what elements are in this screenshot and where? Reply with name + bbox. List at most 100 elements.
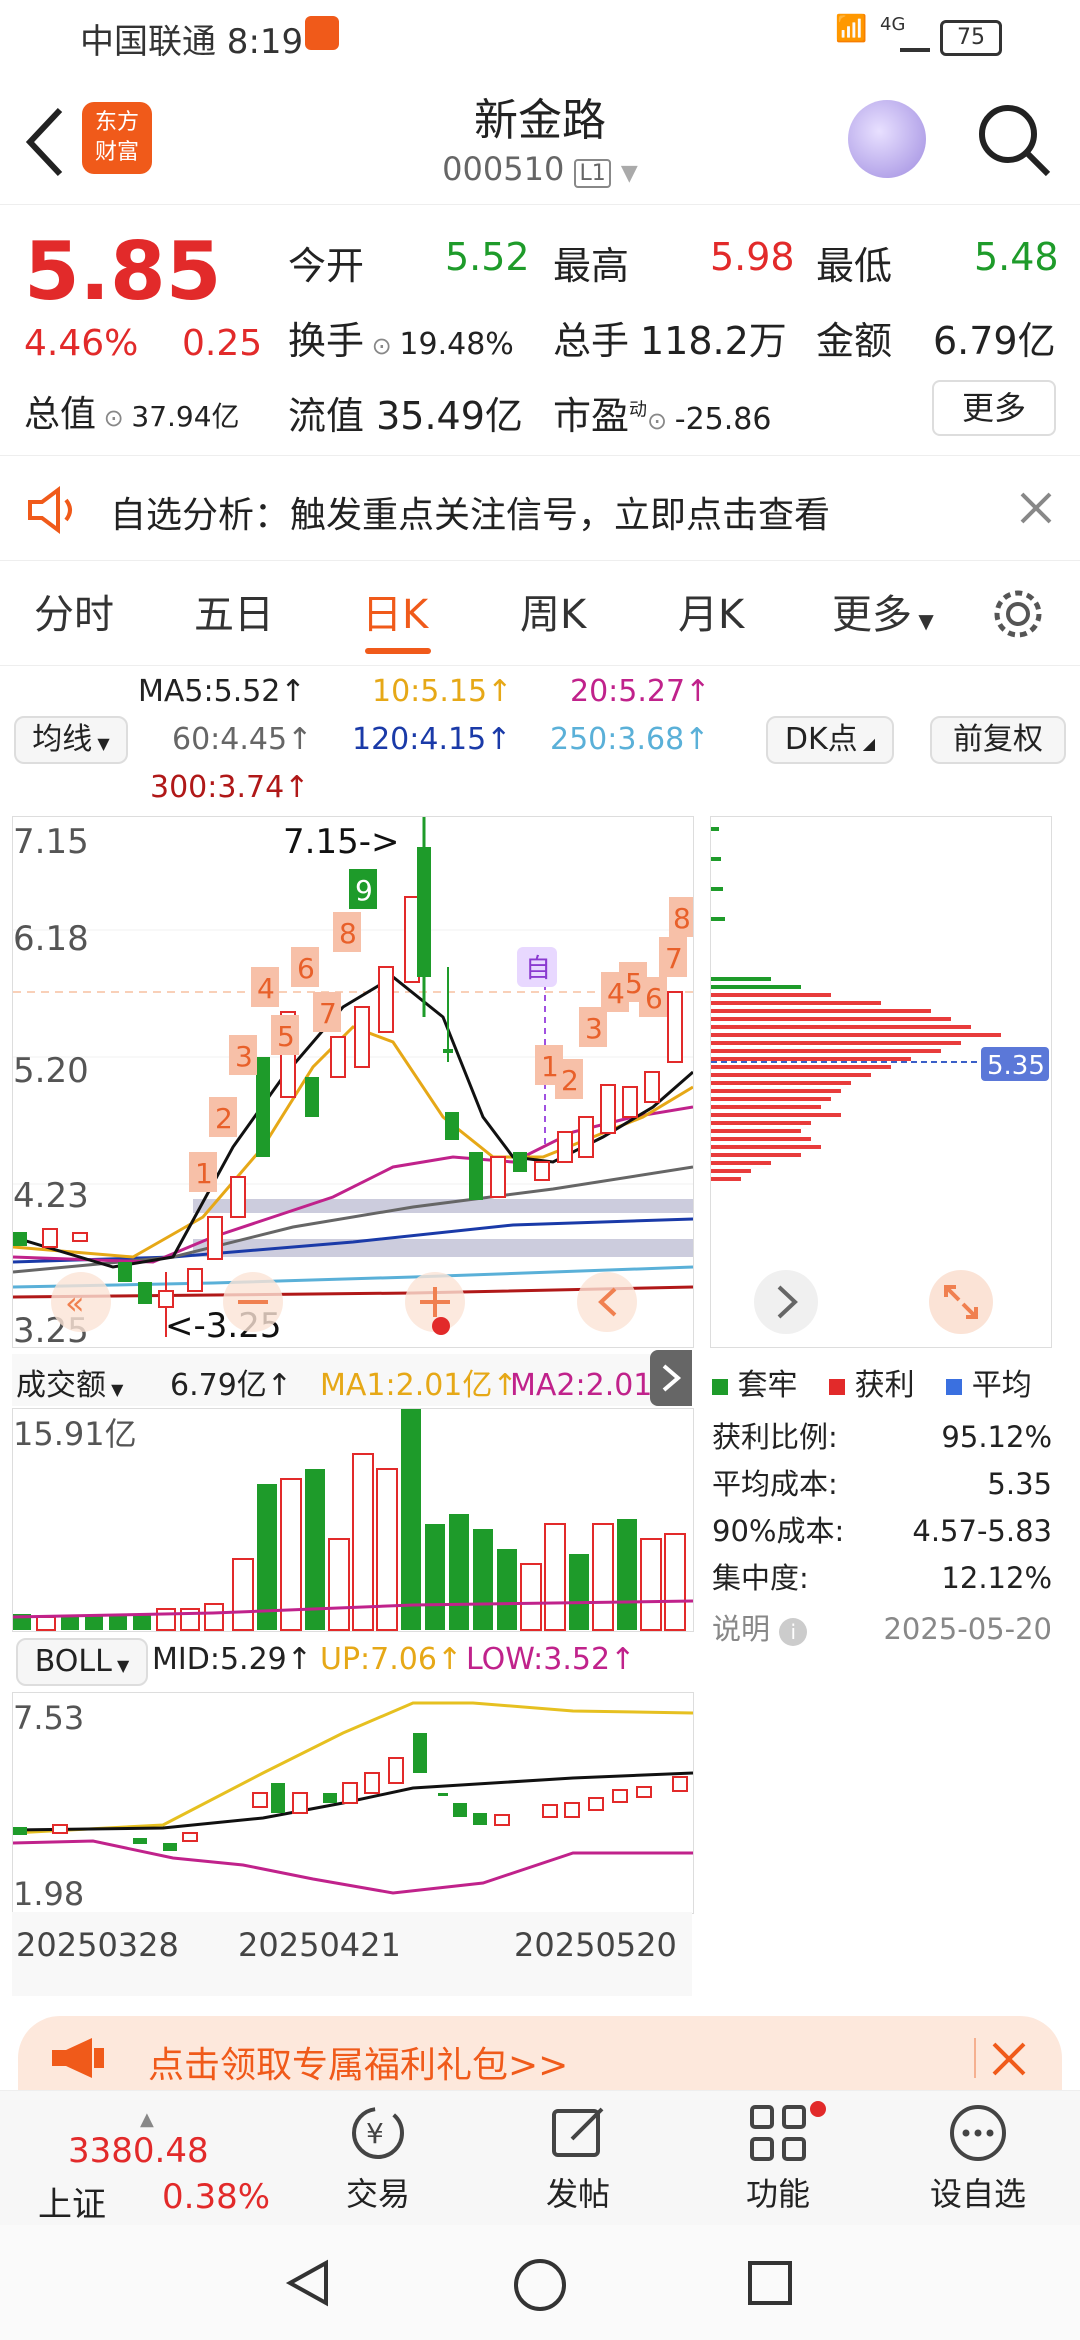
tab-weekly-k[interactable]: 周K xyxy=(520,582,586,640)
boll-bottom-label: 1.98 xyxy=(13,1875,84,1913)
battery-icon: 75 xyxy=(940,20,1002,56)
count-r4: 4 xyxy=(607,977,625,1010)
y-label-4: 4.23 xyxy=(13,1176,89,1216)
marker-zi: 自 xyxy=(525,954,551,984)
date-start: 20250328 xyxy=(16,1926,179,1964)
ma-selector[interactable]: 均线 ▼ xyxy=(14,716,128,764)
more-dots-icon xyxy=(950,2105,1006,2161)
scroll-left-icon[interactable]: « xyxy=(65,1284,85,1322)
info-icon[interactable]: i xyxy=(779,1618,808,1646)
ma5-value: MA5:5.52↑ xyxy=(138,674,306,709)
bottom-nav: ▲ 3380.48 上证 0.38% ¥ 交易 发帖 功能 设自选 xyxy=(0,2090,1080,2226)
float-cap: 流值 35.49亿 xyxy=(288,394,523,438)
system-nav-bar xyxy=(0,2225,1080,2340)
count-3: 3 xyxy=(235,1040,253,1073)
app-notification-icon xyxy=(305,16,339,50)
count-9: 9 xyxy=(355,874,373,907)
home-circle-icon[interactable] xyxy=(512,2257,568,2313)
index-value: 3380.48 xyxy=(68,2131,209,2171)
recents-square-icon[interactable] xyxy=(744,2257,796,2309)
legend-average: 平均 xyxy=(971,1368,1032,1403)
nav-post[interactable]: 发帖 xyxy=(518,2101,638,2215)
chip-stat-row: 获利比例: 95.12% xyxy=(712,1420,1052,1454)
volume-selector[interactable]: 成交额 ▼ xyxy=(16,1360,123,1404)
chip-stat-row: 集中度: 12.12% xyxy=(712,1561,1052,1595)
speaker-icon xyxy=(28,486,72,534)
open-label: 今开 xyxy=(288,244,365,288)
count-2: 2 xyxy=(215,1102,233,1135)
nav-functions[interactable]: 功能 xyxy=(718,2101,838,2215)
open-value: 5.52 xyxy=(445,235,530,279)
promo-banner[interactable]: 点击领取专属福利礼包>> xyxy=(18,2016,1062,2100)
adjust-button[interactable]: 前复权 xyxy=(930,716,1066,764)
boll-selector[interactable]: BOLL ▼ xyxy=(16,1638,148,1686)
wifi-icon: 📶 xyxy=(835,14,868,44)
legend-trapped: 套牢 xyxy=(737,1368,798,1403)
chevron-down-icon: ▼ xyxy=(620,161,638,186)
settings-gear-icon[interactable] xyxy=(990,586,1046,642)
count-r8: 8 xyxy=(673,902,691,935)
volume-ma1: MA1:2.01亿↑ xyxy=(320,1368,518,1403)
high-value: 5.98 xyxy=(710,235,795,279)
active-tab-indicator xyxy=(365,648,431,654)
chevron-right-icon xyxy=(662,1364,682,1392)
more-button[interactable]: 更多 xyxy=(932,380,1056,436)
amount-value: 6.79亿 xyxy=(933,319,1056,363)
y-label-3: 5.20 xyxy=(13,1051,89,1091)
low-label: 最低 xyxy=(816,244,893,288)
low-value: 5.48 xyxy=(974,235,1059,279)
tab-more[interactable]: 更多 ▼ xyxy=(832,582,934,640)
high-note: 7.15-> xyxy=(283,822,399,862)
megaphone-icon xyxy=(52,2038,104,2078)
caret-up-icon: ▲ xyxy=(140,2109,154,2130)
boll-chart[interactable]: 7.53 1.98 xyxy=(12,1692,694,1914)
y-label-2: 6.18 xyxy=(13,919,89,959)
tab-daily-k[interactable]: 日K xyxy=(362,582,428,640)
ma120-value: 120:4.15↑ xyxy=(352,722,512,757)
ma10-value: 10:5.15↑ xyxy=(372,674,513,709)
dk-point-button[interactable]: DK点 ◢ xyxy=(766,716,894,764)
level-badge: L1 xyxy=(574,159,611,188)
status-bar: 中国联通 8:19 📶 4G 75 xyxy=(0,0,1080,72)
kline-chart[interactable]: 自 1 2 3 4 5 6 7 8 9 1 2 3 4 5 6 7 8 7.15… xyxy=(12,816,694,1348)
tab-monthly-k[interactable]: 月K xyxy=(678,582,744,640)
count-r5: 5 xyxy=(625,967,643,1000)
count-r6: 6 xyxy=(645,982,663,1015)
ma250-value: 250:3.68↑ xyxy=(550,722,710,757)
ma300-value: 300:3.74↑ xyxy=(150,770,310,805)
chip-distribution-chart[interactable]: 5.35 xyxy=(710,816,1052,1348)
ma-indicator-row: 均线 ▼ MA5:5.52↑ 10:5.15↑ 20:5.27↑ 60:4.45… xyxy=(0,666,1080,811)
index-name: 上证 xyxy=(38,2185,106,2225)
index-ticker[interactable]: ▲ 3380.48 上证 0.38% xyxy=(20,2107,280,2225)
note-label: 说明 xyxy=(712,1612,771,1646)
change-value: 0.25 xyxy=(182,323,263,364)
divider xyxy=(974,2038,976,2078)
back-triangle-icon[interactable] xyxy=(282,2257,334,2309)
boll-up: UP:7.06↑ xyxy=(320,1642,463,1677)
ma20-value: 20:5.27↑ xyxy=(570,674,711,709)
volume-chart[interactable]: 15.91亿 xyxy=(12,1408,694,1632)
count-7: 7 xyxy=(319,997,337,1030)
notice-bar[interactable]: 自选分析：触发重点关注信号，立即点击查看 xyxy=(0,460,1080,561)
search-icon[interactable] xyxy=(974,100,1054,180)
signal-icon xyxy=(900,22,930,52)
panel-toggle[interactable] xyxy=(650,1350,692,1406)
close-icon[interactable] xyxy=(1018,490,1054,526)
volume-max-label: 15.91亿 xyxy=(13,1415,137,1453)
pe-ratio: 市盈动⊙ -25.86 xyxy=(553,394,772,438)
close-icon[interactable] xyxy=(990,2040,1028,2078)
count-1: 1 xyxy=(195,1157,213,1190)
count-r1: 1 xyxy=(541,1050,559,1083)
chip-date: 2025-05-20 xyxy=(883,1612,1052,1646)
assistant-avatar[interactable] xyxy=(848,100,926,178)
tab-five-day[interactable]: 五日 xyxy=(194,582,274,640)
stock-code: 000510 xyxy=(442,150,565,188)
change-pct: 4.46% xyxy=(24,323,139,364)
avg-cost-tag: 5.35 xyxy=(987,1051,1045,1081)
nav-add-watchlist[interactable]: 设自选 xyxy=(918,2101,1038,2215)
date-end: 20250520 xyxy=(514,1926,677,1964)
edit-icon xyxy=(552,2107,604,2157)
boll-low: LOW:3.52↑ xyxy=(466,1642,636,1677)
nav-trade[interactable]: ¥ 交易 xyxy=(318,2101,438,2215)
tab-intraday[interactable]: 分时 xyxy=(34,582,114,640)
